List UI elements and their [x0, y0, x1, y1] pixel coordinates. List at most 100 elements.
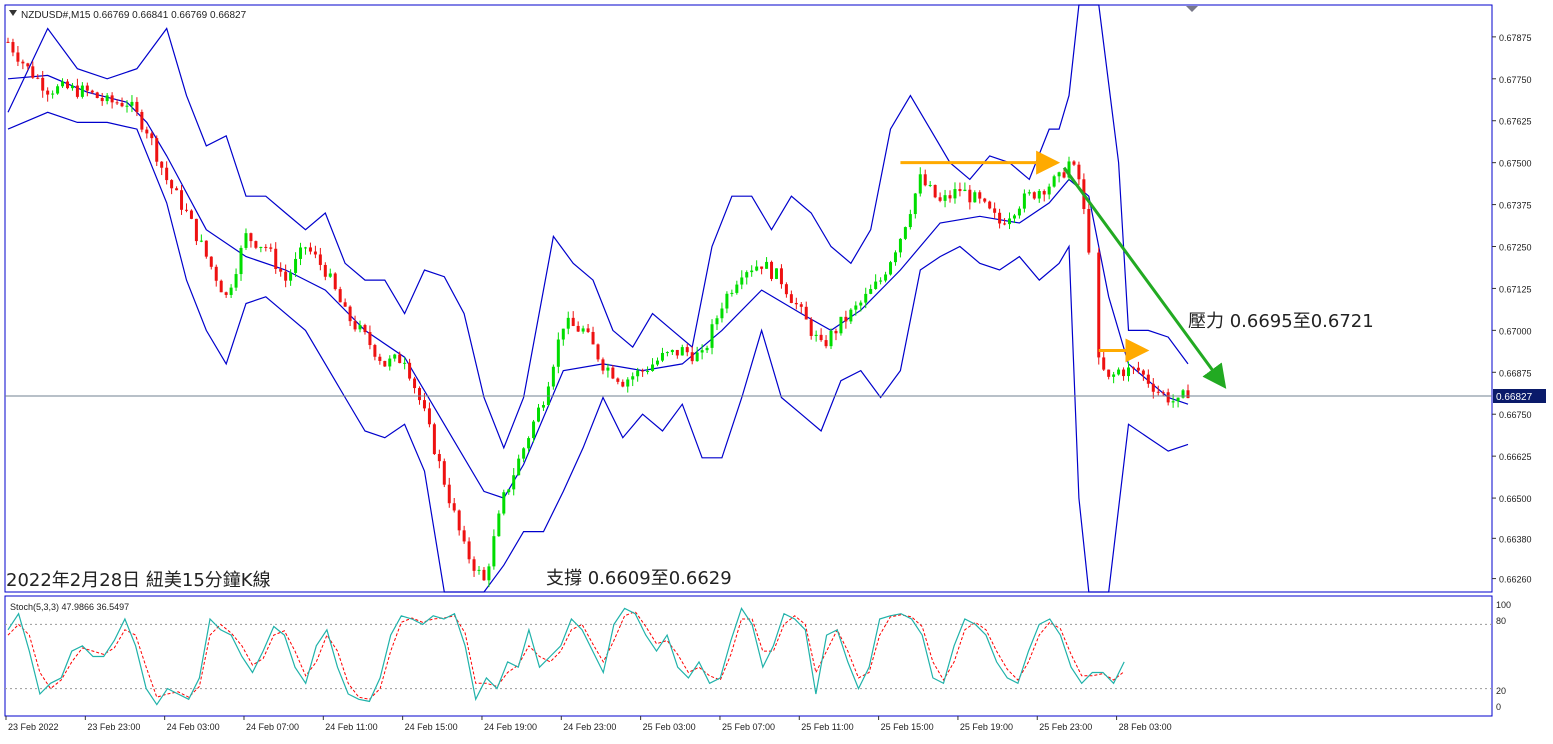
candle-body [452, 503, 456, 511]
candle-body [903, 227, 907, 239]
price-tick-label: 0.66500 [1499, 494, 1532, 504]
candle-body [308, 247, 312, 252]
candle-body [100, 97, 104, 102]
candle-body [750, 270, 754, 273]
candle-body [1027, 192, 1031, 194]
candle-body [532, 421, 536, 439]
candle-body [933, 184, 937, 198]
candle-body [958, 189, 962, 192]
candle-body [621, 381, 625, 387]
candle-body [908, 214, 912, 228]
candle-body [165, 167, 169, 181]
candle-body [889, 262, 893, 275]
candle-body [110, 95, 114, 103]
candle-body [774, 268, 778, 279]
candle-body [51, 93, 55, 95]
price-tick-label: 0.67750 [1499, 75, 1532, 85]
candle-body [403, 362, 407, 364]
candle-body [918, 174, 922, 194]
price-tick-label: 0.66260 [1499, 575, 1532, 585]
stoch-level-20: 20 [1496, 686, 1506, 696]
candle-body [26, 63, 30, 67]
candle-body [680, 347, 684, 356]
candle-body [199, 240, 203, 242]
candle-body [492, 536, 496, 567]
stoch-label: Stoch(5,3,3) 47.9866 36.5497 [10, 602, 129, 612]
candle-body [700, 350, 704, 353]
candle-body [502, 492, 506, 514]
candle-body [1037, 191, 1041, 199]
candle-body [219, 280, 223, 293]
candle-body [16, 52, 20, 62]
candle-body [150, 133, 154, 139]
candle-body [1161, 392, 1165, 394]
chart-canvas[interactable]: 0.67875 0.67750 0.67625 0.67500 0.67375 0.672… [0, 0, 1553, 744]
candle-body [175, 188, 179, 191]
candle-body [913, 193, 917, 215]
candle-body [343, 302, 347, 307]
price-axis[interactable]: 0.67875 0.67750 0.67625 0.67500 0.67375 0.672… [1492, 33, 1532, 585]
candle-body [6, 41, 10, 43]
time-tick-label: 25 Feb 19:00 [960, 722, 1013, 732]
candle-body [214, 266, 218, 281]
candle-body [189, 210, 193, 219]
candle-body [289, 272, 293, 281]
candle-body [978, 192, 982, 199]
candle-body [898, 238, 902, 253]
time-axis[interactable]: 23 Feb 2022 23 Feb 23:00 24 Feb 03:00 24 Fe… [5, 716, 1172, 732]
candle-body [427, 408, 431, 425]
candle-body [408, 362, 412, 379]
candle-body [968, 189, 972, 203]
candle-body [641, 370, 645, 372]
candle-body [571, 317, 575, 326]
candle-body [170, 180, 174, 189]
candle-body [353, 321, 357, 330]
candle-body [859, 302, 863, 306]
candle-body [422, 400, 426, 409]
candle-body [755, 266, 759, 271]
candle-body [467, 541, 471, 560]
candle-body [46, 90, 50, 95]
candle-body [973, 192, 977, 203]
candle-body [988, 201, 992, 209]
candle-body [1171, 401, 1175, 403]
candle-body [383, 360, 387, 367]
candle-body [655, 360, 659, 365]
time-tick-label: 24 Feb 11:00 [325, 722, 377, 732]
candle-body [1097, 252, 1101, 358]
candle-body [264, 246, 268, 248]
stoch-frame [4, 595, 1493, 717]
candle-body [279, 269, 283, 272]
candle-body [690, 352, 694, 362]
candle-body [879, 280, 883, 282]
candle-body [1166, 392, 1170, 403]
candle-body [234, 274, 238, 288]
candle-body [160, 161, 164, 168]
candle-body [566, 317, 570, 329]
candle-body [472, 559, 476, 571]
candle-body [135, 101, 139, 112]
candle-body [209, 256, 213, 267]
candle-body [720, 308, 724, 319]
candle-body [551, 366, 555, 387]
candle-body [512, 475, 516, 490]
candle-body [1052, 176, 1056, 187]
candle-body [745, 272, 749, 278]
candle-body [834, 330, 838, 334]
candle-body [11, 42, 15, 53]
candle-body [591, 331, 595, 345]
candle-body [1127, 367, 1131, 377]
candle-body [576, 325, 580, 332]
candle-body [294, 258, 298, 273]
candle-body [928, 184, 932, 186]
candle-body [839, 316, 843, 334]
candle-body [586, 328, 590, 332]
candle-body [517, 458, 521, 476]
candle-body [844, 316, 848, 322]
candle-body [1062, 172, 1066, 178]
candle-body [65, 81, 69, 89]
time-tick-label: 23 Feb 23:00 [87, 722, 140, 732]
resistance-label: 壓力 0.6695至0.6721 [1188, 311, 1374, 332]
candle-body [809, 319, 813, 336]
candle-body [893, 252, 897, 263]
